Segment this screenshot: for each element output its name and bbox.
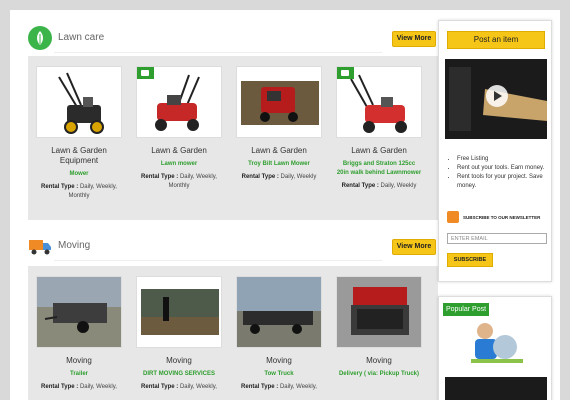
item-name[interactable]: Mower bbox=[36, 170, 122, 179]
featured-tag-icon bbox=[137, 67, 154, 79]
item-card[interactable]: Lawn & Garden Briggs and Straton 125cc 2… bbox=[336, 66, 422, 191]
popular-post-label: Popular Post bbox=[443, 303, 489, 316]
play-icon[interactable] bbox=[486, 85, 508, 107]
item-category: Lawn & Garden bbox=[351, 146, 407, 155]
rental-type: Rental Type : Daily, Weekly bbox=[336, 182, 422, 191]
rental-type-label: Rental Type : bbox=[241, 384, 279, 390]
rental-type-value: Daily, Weekly, bbox=[279, 384, 317, 390]
popular-post-thumbnail[interactable] bbox=[445, 377, 547, 400]
item-category: Moving bbox=[166, 356, 192, 365]
item-card[interactable]: Moving Tow Truck Rental Type : Daily, We… bbox=[236, 276, 322, 392]
item-image[interactable] bbox=[336, 276, 422, 348]
leaf-icon bbox=[28, 26, 52, 50]
section-header-moving: Moving View More bbox=[24, 226, 442, 266]
rental-type-label: Rental Type : bbox=[41, 384, 79, 390]
item-name[interactable]: Troy Bilt Lawn Mower bbox=[236, 160, 322, 169]
post-item-widget: Post an item Free Listing Rent out your … bbox=[438, 20, 552, 282]
featured-tag-icon bbox=[337, 67, 354, 79]
item-image[interactable] bbox=[336, 66, 422, 138]
rental-type-label: Rental Type : bbox=[341, 183, 379, 189]
item-image[interactable] bbox=[136, 66, 222, 138]
envelope-icon bbox=[447, 211, 459, 223]
rental-type: Rental Type : Daily, Weekly bbox=[236, 173, 322, 182]
item-category: Lawn & Garden bbox=[251, 146, 307, 155]
item-category: Lawn & Garden Equipment bbox=[51, 146, 107, 165]
feature-item: Free Listing bbox=[457, 155, 549, 164]
item-name[interactable]: Trailer bbox=[36, 370, 122, 379]
trailer-image bbox=[37, 277, 121, 347]
item-card[interactable]: Lawn & Garden Troy Bilt Lawn Mower Renta… bbox=[236, 66, 322, 182]
popular-post-image[interactable] bbox=[467, 319, 527, 363]
rental-type: Rental Type : Daily, Weekly, bbox=[236, 383, 322, 392]
rental-type-value: Daily, Weekly bbox=[280, 174, 317, 180]
email-input[interactable]: ENTER EMAIL bbox=[447, 233, 547, 244]
truck-icon bbox=[29, 240, 51, 255]
rental-type-label: Rental Type : bbox=[241, 174, 279, 180]
promo-video[interactable] bbox=[445, 59, 547, 139]
item-category: Moving bbox=[366, 356, 392, 365]
feature-list: Free Listing Rent out your tools. Earn m… bbox=[449, 155, 549, 191]
item-card[interactable]: Lawn & Garden Lawn mower Rental Type : D… bbox=[136, 66, 222, 191]
item-image[interactable] bbox=[236, 66, 322, 138]
items-panel-moving: Moving Trailer Rental Type : Daily, Week… bbox=[28, 266, 438, 400]
rental-type: Rental Type : Daily, Weekly, bbox=[136, 383, 222, 392]
pickup-truck-image bbox=[337, 277, 421, 347]
view-more-button[interactable]: View More bbox=[392, 31, 436, 47]
item-category: Moving bbox=[266, 356, 292, 365]
item-card[interactable]: Moving Delivery ( via: Pickup Truck) bbox=[336, 276, 422, 379]
rental-type: Rental Type : Daily, Weekly, Monthly bbox=[136, 173, 222, 191]
feature-item: Rent tools for your project. Save money. bbox=[457, 173, 549, 191]
item-card[interactable]: Moving DIRT MOVING SERVICES Rental Type … bbox=[136, 276, 222, 392]
rental-type-value: Daily, Weekly, bbox=[179, 384, 217, 390]
item-name[interactable]: DIRT MOVING SERVICES bbox=[136, 370, 222, 379]
item-category: Lawn & Garden bbox=[151, 146, 207, 155]
item-card[interactable]: Moving Trailer Rental Type : Daily, Week… bbox=[36, 276, 122, 392]
mower-image bbox=[58, 72, 104, 134]
items-panel-lawn-care: Lawn & Garden Equipment Mower Rental Typ… bbox=[28, 56, 438, 220]
mower-photo-image bbox=[241, 81, 319, 125]
item-category: Moving bbox=[66, 356, 92, 365]
item-card[interactable]: Lawn & Garden Equipment Mower Rental Typ… bbox=[36, 66, 122, 201]
item-name[interactable]: Briggs and Straton 125cc 20in walk behin… bbox=[336, 160, 422, 178]
newsletter-title: SUBSCRIBE TO OUR NEWSLETTER bbox=[463, 215, 541, 220]
section-header-lawn-care: Lawn care View More bbox=[24, 18, 442, 58]
page: Lawn care View More Lawn & Garden Equipm… bbox=[10, 10, 560, 400]
rental-type: Rental Type : Daily, Weekly, bbox=[36, 383, 122, 392]
popular-post-widget: Popular Post bbox=[438, 296, 552, 400]
section-title: Moving bbox=[58, 240, 91, 251]
view-more-button[interactable]: View More bbox=[392, 239, 436, 255]
item-name[interactable]: Tow Truck bbox=[236, 370, 322, 379]
section-title: Lawn care bbox=[58, 32, 105, 43]
item-image[interactable] bbox=[36, 66, 122, 138]
tow-truck-image bbox=[237, 277, 321, 347]
rental-type: Rental Type : Daily, Weekly, Monthly bbox=[36, 183, 122, 201]
rental-type-label: Rental Type : bbox=[141, 384, 179, 390]
subscribe-button[interactable]: SUBSCRIBE bbox=[447, 253, 493, 267]
rental-type-value: Daily, Weekly, bbox=[79, 384, 117, 390]
post-item-button[interactable]: Post an item bbox=[447, 31, 545, 49]
dirt-moving-image bbox=[141, 289, 219, 335]
item-image[interactable] bbox=[136, 276, 222, 348]
item-name[interactable]: Lawn mower bbox=[136, 160, 222, 169]
item-name[interactable]: Delivery ( via: Pickup Truck) bbox=[336, 370, 422, 379]
rental-type-value: Daily, Weekly bbox=[380, 183, 417, 189]
divider bbox=[54, 260, 382, 261]
divider bbox=[54, 52, 382, 53]
rental-type-label: Rental Type : bbox=[41, 184, 79, 190]
item-image[interactable] bbox=[236, 276, 322, 348]
rental-type-label: Rental Type : bbox=[141, 174, 179, 180]
item-image[interactable] bbox=[36, 276, 122, 348]
feature-item: Rent out your tools. Earn money. bbox=[457, 164, 549, 173]
